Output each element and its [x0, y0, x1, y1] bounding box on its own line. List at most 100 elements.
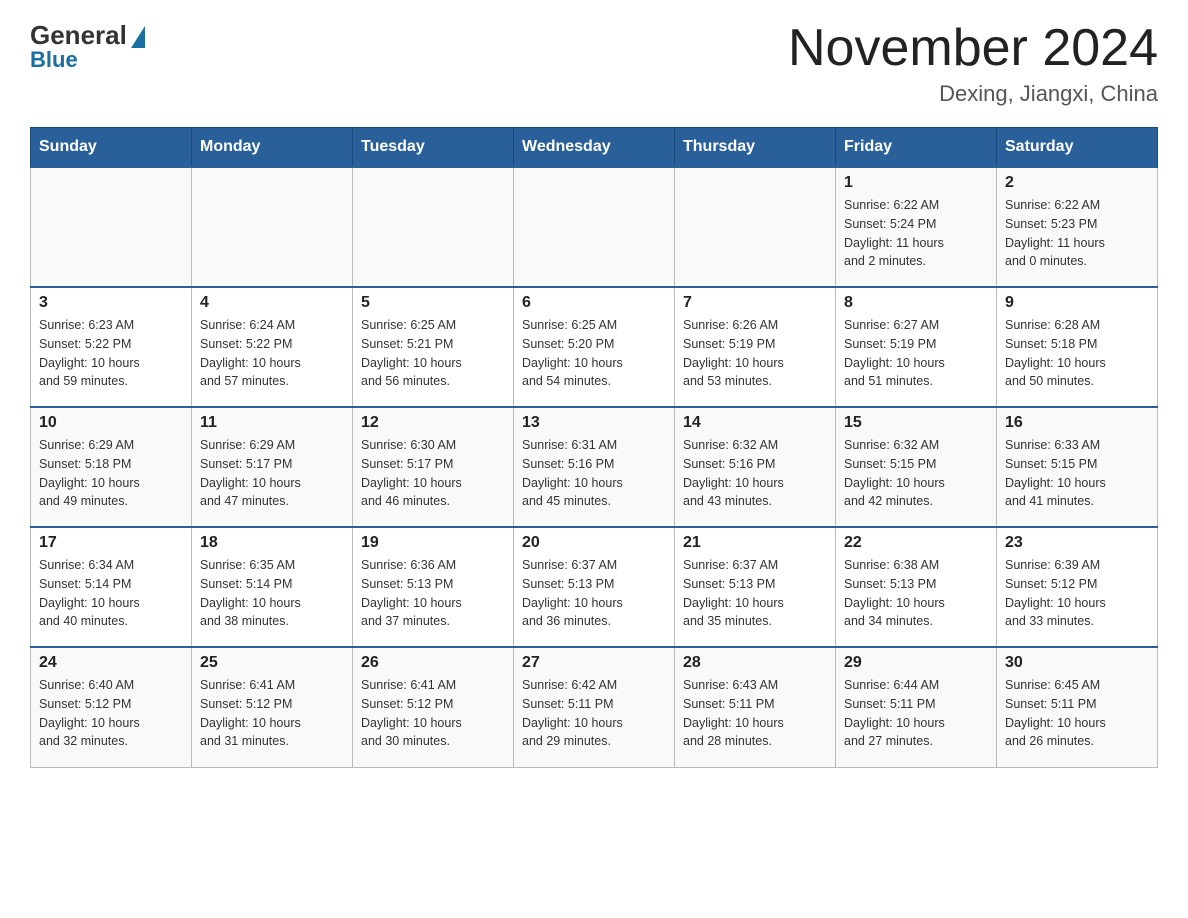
- day-info: Sunrise: 6:35 AM Sunset: 5:14 PM Dayligh…: [200, 556, 344, 631]
- day-number: 4: [200, 294, 344, 312]
- day-number: 7: [683, 294, 827, 312]
- calendar-cell: 9Sunrise: 6:28 AM Sunset: 5:18 PM Daylig…: [997, 287, 1158, 407]
- calendar-cell: 22Sunrise: 6:38 AM Sunset: 5:13 PM Dayli…: [836, 527, 997, 647]
- day-number: 5: [361, 294, 505, 312]
- calendar-cell: 28 Sunrise: 6:43 AM Sunset: 5:11 PM Dayli…: [675, 647, 836, 767]
- calendar-cell: 17Sunrise: 6:34 AM Sunset: 5:14 PM Dayli…: [31, 527, 192, 647]
- calendar-header-row: Sunday Monday Tuesday Wednesday Thursday…: [31, 128, 1158, 168]
- calendar-week-row: 3 Sunrise: 6:23 AM Sunset: 5:22 PM Daylig…: [31, 287, 1158, 407]
- day-info: Sunrise: 6:40 AM Sunset: 5:12 PM Dayligh…: [39, 676, 183, 751]
- day-number: 21: [683, 534, 827, 552]
- calendar-cell: 6 Sunrise: 6:25 AM Sunset: 5:20 PM Daylig…: [514, 287, 675, 407]
- day-info: Sunrise: 6:22 AM Sunset: 5:23 PM Dayligh…: [1005, 196, 1149, 271]
- calendar-cell: 3 Sunrise: 6:23 AM Sunset: 5:22 PM Daylig…: [31, 287, 192, 407]
- day-info: Sunrise: 6:33 AM Sunset: 5:15 PM Dayligh…: [1005, 436, 1149, 511]
- day-info: Sunrise: 6:30 AM Sunset: 5:17 PM Dayligh…: [361, 436, 505, 511]
- day-info: Sunrise: 6:41 AM Sunset: 5:12 PM Dayligh…: [200, 676, 344, 751]
- calendar-cell: 5Sunrise: 6:25 AM Sunset: 5:21 PM Daylig…: [353, 287, 514, 407]
- header: General Blue November 2024 Dexing, Jiang…: [30, 20, 1158, 107]
- header-monday: Monday: [192, 128, 353, 168]
- calendar-cell: 20 Sunrise: 6:37 AM Sunset: 5:13 PM Dayli…: [514, 527, 675, 647]
- calendar-week-row: 24 Sunrise: 6:40 AM Sunset: 5:12 PM Dayli…: [31, 647, 1158, 767]
- title-area: November 2024 Dexing, Jiangxi, China: [788, 20, 1158, 107]
- day-info: Sunrise: 6:24 AM Sunset: 5:22 PM Dayligh…: [200, 316, 344, 391]
- day-number: 13: [522, 414, 666, 432]
- day-info: Sunrise: 6:44 AM Sunset: 5:11 PM Dayligh…: [844, 676, 988, 751]
- calendar-cell: [675, 167, 836, 287]
- day-info: Sunrise: 6:36 AM Sunset: 5:13 PM Dayligh…: [361, 556, 505, 631]
- day-info: Sunrise: 6:42 AM Sunset: 5:11 PM Dayligh…: [522, 676, 666, 751]
- day-number: 30: [1005, 654, 1149, 672]
- day-number: 27: [522, 654, 666, 672]
- day-number: 20: [522, 534, 666, 552]
- calendar-cell: 21 Sunrise: 6:37 AM Sunset: 5:13 PM Dayli…: [675, 527, 836, 647]
- day-info: Sunrise: 6:38 AM Sunset: 5:13 PM Dayligh…: [844, 556, 988, 631]
- calendar-cell: 24 Sunrise: 6:40 AM Sunset: 5:12 PM Dayli…: [31, 647, 192, 767]
- calendar-cell: 10 Sunrise: 6:29 AM Sunset: 5:18 PM Dayli…: [31, 407, 192, 527]
- day-info: Sunrise: 6:32 AM Sunset: 5:15 PM Dayligh…: [844, 436, 988, 511]
- calendar-cell: 19 Sunrise: 6:36 AM Sunset: 5:13 PM Dayli…: [353, 527, 514, 647]
- calendar-cell: [353, 167, 514, 287]
- day-number: 2: [1005, 174, 1149, 192]
- calendar-cell: 18 Sunrise: 6:35 AM Sunset: 5:14 PM Dayli…: [192, 527, 353, 647]
- day-info: Sunrise: 6:31 AM Sunset: 5:16 PM Dayligh…: [522, 436, 666, 511]
- header-sunday: Sunday: [31, 128, 192, 168]
- header-thursday: Thursday: [675, 128, 836, 168]
- day-number: 16: [1005, 414, 1149, 432]
- calendar-cell: [514, 167, 675, 287]
- day-info: Sunrise: 6:41 AM Sunset: 5:12 PM Dayligh…: [361, 676, 505, 751]
- day-number: 9: [1005, 294, 1149, 312]
- day-number: 1: [844, 174, 988, 192]
- day-info: Sunrise: 6:29 AM Sunset: 5:17 PM Dayligh…: [200, 436, 344, 511]
- day-info: Sunrise: 6:22 AM Sunset: 5:24 PM Dayligh…: [844, 196, 988, 271]
- day-number: 28: [683, 654, 827, 672]
- day-info: Sunrise: 6:25 AM Sunset: 5:20 PM Dayligh…: [522, 316, 666, 391]
- day-number: 10: [39, 414, 183, 432]
- day-number: 26: [361, 654, 505, 672]
- day-number: 18: [200, 534, 344, 552]
- calendar-cell: 15 Sunrise: 6:32 AM Sunset: 5:15 PM Dayli…: [836, 407, 997, 527]
- calendar-week-row: 1 Sunrise: 6:22 AM Sunset: 5:24 PM Daylig…: [31, 167, 1158, 287]
- calendar-cell: [31, 167, 192, 287]
- calendar-week-row: 17Sunrise: 6:34 AM Sunset: 5:14 PM Dayli…: [31, 527, 1158, 647]
- calendar-cell: 23 Sunrise: 6:39 AM Sunset: 5:12 PM Dayli…: [997, 527, 1158, 647]
- calendar-cell: [192, 167, 353, 287]
- logo-blue-text: Blue: [30, 47, 78, 73]
- calendar-cell: 11 Sunrise: 6:29 AM Sunset: 5:17 PM Dayli…: [192, 407, 353, 527]
- day-number: 3: [39, 294, 183, 312]
- day-number: 17: [39, 534, 183, 552]
- calendar-cell: 2 Sunrise: 6:22 AM Sunset: 5:23 PM Daylig…: [997, 167, 1158, 287]
- day-info: Sunrise: 6:39 AM Sunset: 5:12 PM Dayligh…: [1005, 556, 1149, 631]
- calendar-cell: 14 Sunrise: 6:32 AM Sunset: 5:16 PM Dayli…: [675, 407, 836, 527]
- calendar-cell: 1 Sunrise: 6:22 AM Sunset: 5:24 PM Daylig…: [836, 167, 997, 287]
- day-number: 15: [844, 414, 988, 432]
- calendar-cell: 30Sunrise: 6:45 AM Sunset: 5:11 PM Dayli…: [997, 647, 1158, 767]
- calendar-week-row: 10 Sunrise: 6:29 AM Sunset: 5:18 PM Dayli…: [31, 407, 1158, 527]
- day-number: 19: [361, 534, 505, 552]
- day-info: Sunrise: 6:32 AM Sunset: 5:16 PM Dayligh…: [683, 436, 827, 511]
- logo-triangle-icon: [131, 26, 145, 48]
- day-number: 11: [200, 414, 344, 432]
- day-info: Sunrise: 6:37 AM Sunset: 5:13 PM Dayligh…: [683, 556, 827, 631]
- calendar-table: Sunday Monday Tuesday Wednesday Thursday…: [30, 127, 1158, 768]
- day-info: Sunrise: 6:43 AM Sunset: 5:11 PM Dayligh…: [683, 676, 827, 751]
- day-info: Sunrise: 6:27 AM Sunset: 5:19 PM Dayligh…: [844, 316, 988, 391]
- day-info: Sunrise: 6:23 AM Sunset: 5:22 PM Dayligh…: [39, 316, 183, 391]
- header-saturday: Saturday: [997, 128, 1158, 168]
- day-number: 29: [844, 654, 988, 672]
- calendar-cell: 12Sunrise: 6:30 AM Sunset: 5:17 PM Dayli…: [353, 407, 514, 527]
- calendar-cell: 25 Sunrise: 6:41 AM Sunset: 5:12 PM Dayli…: [192, 647, 353, 767]
- day-info: Sunrise: 6:29 AM Sunset: 5:18 PM Dayligh…: [39, 436, 183, 511]
- header-friday: Friday: [836, 128, 997, 168]
- day-number: 24: [39, 654, 183, 672]
- day-number: 6: [522, 294, 666, 312]
- day-number: 23: [1005, 534, 1149, 552]
- day-number: 8: [844, 294, 988, 312]
- day-number: 14: [683, 414, 827, 432]
- header-wednesday: Wednesday: [514, 128, 675, 168]
- calendar-cell: 26 Sunrise: 6:41 AM Sunset: 5:12 PM Dayli…: [353, 647, 514, 767]
- day-number: 25: [200, 654, 344, 672]
- day-info: Sunrise: 6:26 AM Sunset: 5:19 PM Dayligh…: [683, 316, 827, 391]
- day-info: Sunrise: 6:37 AM Sunset: 5:13 PM Dayligh…: [522, 556, 666, 631]
- calendar-cell: 29 Sunrise: 6:44 AM Sunset: 5:11 PM Dayli…: [836, 647, 997, 767]
